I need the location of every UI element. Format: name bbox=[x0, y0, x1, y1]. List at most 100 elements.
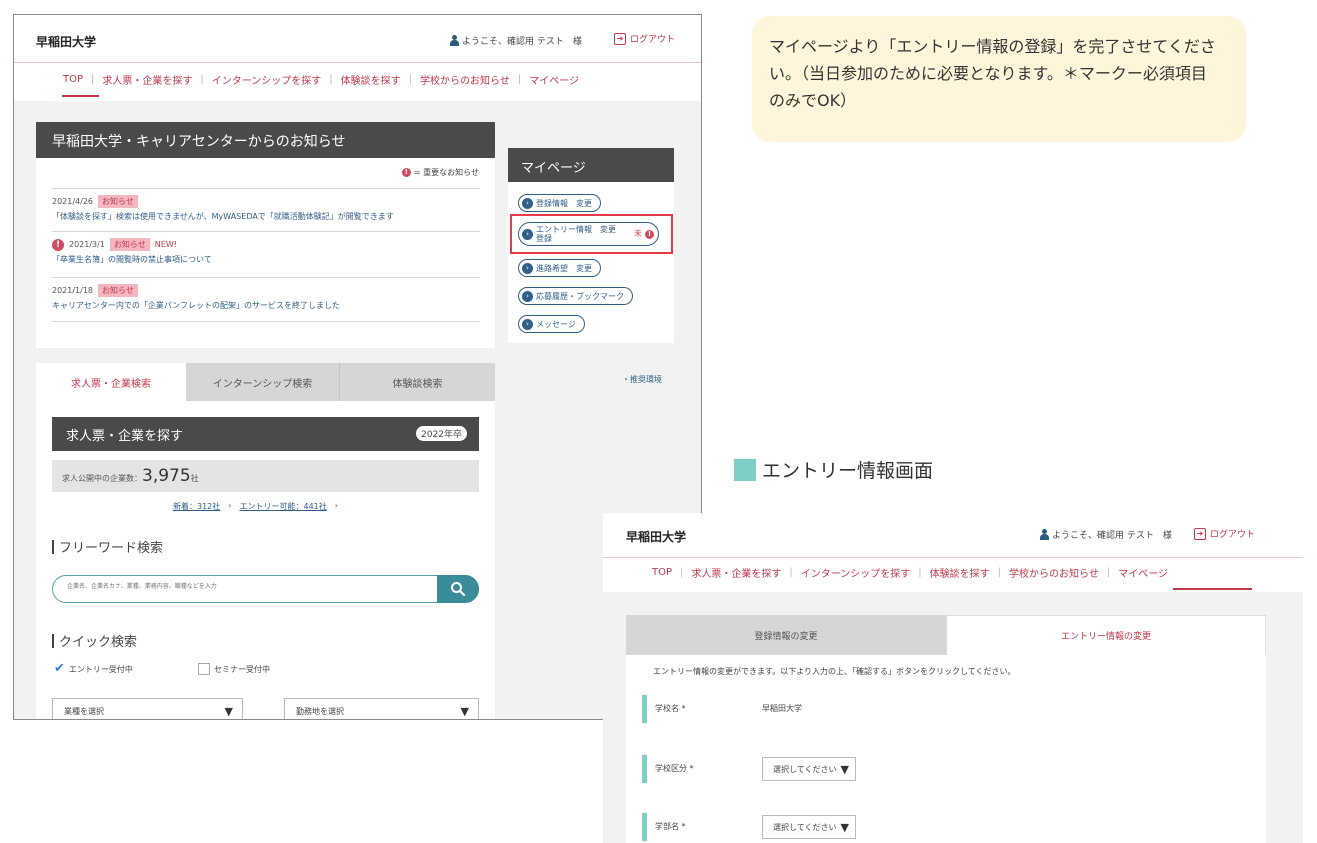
tab-internship-search[interactable]: インターンシップ検索 bbox=[186, 363, 339, 401]
faculty-select[interactable]: 選択してください ▼ bbox=[762, 815, 856, 839]
tab-registration-change[interactable]: 登録情報の変更 bbox=[626, 615, 946, 655]
mypage-panel: マイページ › 登録情報 変更 › エントリー情報 変更 登録 未 ! › 進路… bbox=[508, 148, 674, 343]
news-item[interactable]: 2021/1/18 お知らせ キャリアセンター内での「企業パンフレットの配架」の… bbox=[52, 277, 480, 311]
checkmark-icon: ✔ bbox=[54, 661, 65, 676]
welcome-text: ようこそ、確認用 テスト 様 bbox=[1052, 531, 1172, 541]
alert-icon: ! bbox=[645, 229, 654, 239]
tab-job-search[interactable]: 求人票・企業検索 bbox=[36, 363, 186, 401]
logout-link[interactable]: ➜ ログアウト bbox=[614, 32, 675, 45]
quick-section-title: クイック検索 bbox=[52, 631, 137, 650]
new-companies-link[interactable]: 新着：312社 bbox=[173, 501, 220, 512]
news-link[interactable]: 「体験談を探す」検索は使用できませんが、MyWASEDAで「就職活動体験記」が閲… bbox=[52, 211, 480, 222]
nav-active-indicator bbox=[1173, 588, 1252, 590]
nav-notices[interactable]: 学校からのお知らせ bbox=[1009, 565, 1099, 580]
job-search-panel: 求人票・企業を探す 2022年卒 求人公開中の企業数：3,975社 新着：312… bbox=[36, 401, 495, 719]
mypage-link-registration[interactable]: › 登録情報 変更 bbox=[518, 194, 601, 212]
nav-experience[interactable]: 体験談を探す bbox=[341, 72, 401, 87]
news-link[interactable]: 「卒業生名簿」の閲覧時の禁止事項について bbox=[52, 254, 480, 265]
mypage-link-label: 登録情報 変更 bbox=[536, 198, 592, 208]
freeword-input[interactable] bbox=[65, 582, 425, 591]
seminar-open-checkbox[interactable]: セミナー受付中 bbox=[198, 663, 270, 675]
logout-icon: ➜ bbox=[1194, 527, 1206, 540]
entry-form: エントリー情報の変更ができます。以下より入力の上、「確認する」ボタンをクリックし… bbox=[626, 655, 1266, 843]
freeword-section-title: フリーワード検索 bbox=[52, 537, 163, 556]
news-date: 2021/3/1 bbox=[69, 240, 105, 249]
chevron-right-icon: › bbox=[522, 262, 533, 274]
mypage-link-label-line2: 登録 bbox=[536, 234, 552, 243]
nav-internship[interactable]: インターンシップを探す bbox=[801, 565, 911, 580]
site-logo[interactable]: 早稲田大学 bbox=[36, 33, 96, 50]
news-date: 2021/1/18 bbox=[52, 286, 94, 295]
select-value: 勤務地を選択 bbox=[296, 706, 344, 716]
news-divider bbox=[52, 321, 480, 322]
mypage-link-career[interactable]: › 進路希望 変更 bbox=[518, 259, 601, 277]
legend-text: = 重要なお知らせ bbox=[413, 168, 479, 177]
entry-tabs: 登録情報の変更 エントリー情報の変更 bbox=[626, 615, 1266, 655]
welcome-user: ようこそ、確認用 テスト 様 bbox=[450, 34, 582, 47]
logout-label: ログアウト bbox=[630, 35, 676, 45]
site-logo[interactable]: 早稲田大学 bbox=[626, 528, 686, 545]
teal-square-icon bbox=[734, 458, 756, 481]
site-header: 早稲田大学 ようこそ、確認用 テスト 様 ➜ ログアウト bbox=[603, 513, 1303, 558]
unregistered-status: 未 bbox=[634, 229, 642, 238]
dropdown-triangle-icon: ▼ bbox=[840, 820, 849, 834]
mypage-link-messages[interactable]: › メッセージ bbox=[518, 315, 585, 333]
school-division-label: 学校区分 * bbox=[655, 764, 694, 773]
chevron-right-icon: › bbox=[522, 318, 533, 330]
nav-jobs[interactable]: 求人票・企業を探す bbox=[102, 72, 192, 87]
nav-top[interactable]: TOP bbox=[652, 567, 672, 578]
nav-experience[interactable]: 体験談を探す bbox=[930, 565, 990, 580]
tab-experience-search[interactable]: 体験談検索 bbox=[339, 363, 495, 401]
nav-mypage[interactable]: マイページ bbox=[1118, 565, 1168, 580]
nav-jobs[interactable]: 求人票・企業を探す bbox=[691, 565, 781, 580]
section-label-text: エントリー情報画面 bbox=[762, 460, 934, 482]
entry-open-checkbox[interactable]: ✔ エントリー受付中 bbox=[54, 661, 133, 676]
industry-select[interactable]: 業種を選択 ▼ bbox=[52, 698, 243, 719]
school-division-select[interactable]: 選択してください ▼ bbox=[762, 757, 856, 781]
news-badge: お知らせ bbox=[98, 195, 138, 208]
mypage-link-history[interactable]: › 応募履歴・ブックマーク bbox=[518, 287, 633, 305]
news-item[interactable]: ! 2021/3/1 お知らせ NEW! 「卒業生名簿」の閲覧時の禁止事項につい… bbox=[52, 231, 480, 265]
news-link[interactable]: キャリアセンター内での「企業パンフレットの配架」のサービスを終了しました bbox=[52, 300, 480, 311]
search-button[interactable] bbox=[437, 575, 479, 603]
news-panel: 早稲田大学・キャリアセンターからのお知らせ ! = 重要なお知らせ 2021/4… bbox=[36, 122, 495, 348]
alert-icon: ! bbox=[401, 168, 411, 177]
mypage-link-entry[interactable]: › エントリー情報 変更 登録 未 ! bbox=[518, 222, 659, 246]
select-value: 業種を選択 bbox=[64, 706, 104, 716]
freeword-title-text: フリーワード検索 bbox=[59, 541, 164, 556]
chevron-right-icon: › bbox=[522, 197, 533, 209]
school-name-label: 学校名 * bbox=[655, 704, 686, 713]
new-label: NEW! bbox=[154, 240, 177, 249]
site-header: 早稲田大学 ようこそ、確認用 テスト 様 ➜ ログアウト bbox=[14, 15, 701, 63]
mypage-title: マイページ bbox=[508, 148, 674, 182]
search-title: 求人票・企業を探す 2022年卒 bbox=[52, 417, 479, 451]
checkbox-label: セミナー受付中 bbox=[214, 664, 270, 674]
school-name-row: 学校名 * 早稲田大学 bbox=[642, 695, 1262, 723]
tab-entry-change[interactable]: エントリー情報の変更 bbox=[946, 615, 1266, 655]
news-date: 2021/4/26 bbox=[52, 197, 94, 206]
nav-notices[interactable]: 学校からのお知らせ bbox=[420, 72, 510, 87]
mypage-link-label: メッセージ bbox=[536, 319, 576, 329]
nav-mypage[interactable]: マイページ bbox=[529, 72, 579, 87]
checkbox-label: エントリー受付中 bbox=[68, 664, 133, 674]
global-nav: TOP | 求人票・企業を探す | インターンシップを探す | 体験談を探す | 学校か… bbox=[603, 558, 1303, 592]
welcome-user: ようこそ、確認用 テスト 様 bbox=[1040, 528, 1172, 541]
entry-info-screenshot: 早稲田大学 ようこそ、確認用 テスト 様 ➜ ログアウト TOP | 求人票・企業… bbox=[603, 513, 1303, 843]
location-select[interactable]: 勤務地を選択 ▼ bbox=[284, 698, 479, 719]
logout-label: ログアウト bbox=[1210, 530, 1256, 540]
search-icon bbox=[451, 582, 466, 597]
nav-internship[interactable]: インターンシップを探す bbox=[212, 72, 322, 87]
logout-link[interactable]: ➜ ログアウト bbox=[1194, 527, 1255, 540]
count-value: 3,975 bbox=[142, 466, 191, 486]
news-item[interactable]: 2021/4/26 お知らせ 「体験談を探す」検索は使用できませんが、MyWAS… bbox=[52, 188, 480, 222]
recommended-env-link[interactable]: ・推奨環境 bbox=[622, 374, 662, 385]
portal-top-screenshot: 早稲田大学 ようこそ、確認用 テスト 様 ➜ ログアウト TOP | 求人票・企業… bbox=[13, 14, 702, 720]
nav-top[interactable]: TOP bbox=[63, 74, 83, 85]
faculty-label: 学部名 * bbox=[655, 822, 686, 831]
news-badge: お知らせ bbox=[98, 284, 138, 297]
dropdown-triangle-icon: ▼ bbox=[224, 704, 233, 718]
entry-available-link[interactable]: エントリー可能：441社 bbox=[239, 501, 326, 512]
news-badge: お知らせ bbox=[109, 238, 150, 251]
user-icon bbox=[450, 35, 459, 46]
chevron-right-icon: › bbox=[522, 228, 533, 240]
